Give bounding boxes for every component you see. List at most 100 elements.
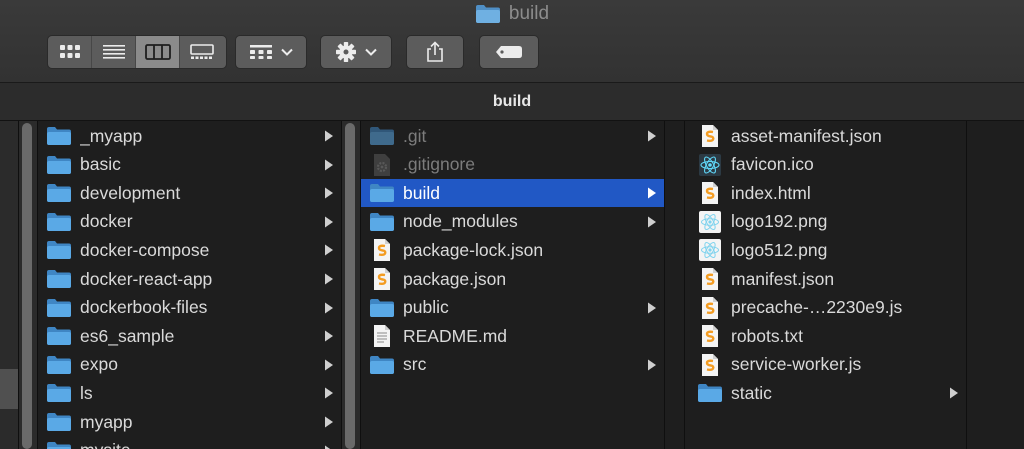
expand-chevron [321,216,337,228]
scroll-thumb[interactable] [22,123,32,449]
folder-item[interactable]: build [361,179,664,208]
item-icon [44,267,74,291]
column-app: .git .gitignore build node_modules package-l… [360,121,664,449]
file-item[interactable]: manifest.json [685,265,966,293]
item-icon [367,238,397,262]
column-divider [664,121,684,449]
folder-item[interactable]: node_modules [361,208,664,236]
folder-item[interactable]: static [685,379,966,407]
file-item[interactable]: README.md [361,322,664,350]
chevron-right-icon [325,130,333,142]
folder-item[interactable]: .git [361,122,664,150]
chevron-right-icon [648,187,656,199]
code-file-icon [374,268,390,290]
gallery-view-button[interactable] [180,36,224,68]
item-label: static [731,382,772,403]
columns-icon [144,44,171,60]
folder-item[interactable]: public [361,294,664,322]
folder-icon [47,441,71,449]
expand-chevron [321,159,337,171]
file-item[interactable]: index.html [685,179,966,207]
file-item[interactable]: asset-manifest.json [685,122,966,150]
folder-item[interactable]: dockerbook-files [38,294,341,322]
item-icon [695,181,725,205]
file-item[interactable]: precache-…2230e9.js [685,294,966,322]
folder-item[interactable]: es6_sample [38,322,341,350]
folder-item[interactable]: ls [38,379,341,407]
column-scrollbar[interactable] [18,121,37,449]
expand-chevron [321,130,337,142]
item-label: build [403,182,440,203]
current-folder-title: build [492,92,532,110]
code-file-icon [702,268,718,290]
code-file-icon [702,182,718,205]
item-icon [44,124,74,148]
code-file-icon [702,353,718,376]
share-button[interactable] [406,35,464,69]
toolbar: build [0,0,1024,83]
chevron-right-icon [950,387,958,399]
item-icon [695,124,725,148]
item-icon [695,296,725,320]
item-icon [367,296,397,320]
tags-button[interactable] [479,35,539,69]
folder-item[interactable]: development [38,179,341,207]
icon-view-button[interactable] [48,36,92,68]
file-item[interactable]: .gitignore [361,151,664,179]
folder-item[interactable]: docker-react-app [38,265,341,293]
share-icon [427,41,443,62]
list-view-button[interactable] [92,36,136,68]
folder-item[interactable]: expo [38,351,341,379]
folder-item[interactable]: docker-compose [38,236,341,264]
column-browser: _myapp basic development docker docker-compo… [0,121,1024,449]
item-icon [44,410,74,434]
expand-chevron [946,387,962,399]
folder-item[interactable]: _myapp [38,122,341,150]
item-label: .git [403,125,427,146]
column-scrollbar[interactable] [341,121,360,449]
folder-item[interactable]: myapp [38,408,341,436]
file-item[interactable]: logo512.png [685,236,966,264]
chevron-right-icon [325,302,333,314]
left-scrollbar[interactable] [0,121,18,449]
item-icon [695,267,725,291]
tag-icon [496,46,522,58]
file-item[interactable]: service-worker.js [685,351,966,379]
item-label: favicon.ico [731,154,814,175]
expand-chevron [321,302,337,314]
folder-item[interactable]: docker [38,208,341,236]
scroll-thumb[interactable] [345,123,355,449]
column-view-button[interactable] [136,36,180,68]
item-icon [44,181,74,205]
code-file-icon [702,125,718,147]
folder-item[interactable]: src [361,351,664,379]
scroll-thumb[interactable] [0,369,18,409]
file-item[interactable]: package-lock.json [361,236,664,264]
item-label: src [403,354,427,375]
folder-item[interactable]: basic [38,151,341,179]
item-icon [44,296,74,320]
file-item[interactable]: package.json [361,265,664,293]
file-item[interactable]: favicon.ico [685,151,966,179]
item-label: service-worker.js [731,354,862,375]
folder-icon [47,127,71,145]
chevron-right-icon [325,244,333,256]
chevron-right-icon [325,273,333,285]
item-label: development [80,182,181,203]
item-label: .gitignore [403,154,475,175]
item-icon [367,267,397,291]
folder-icon [47,155,71,174]
item-icon [367,181,397,205]
gear-icon [336,42,356,62]
file-item[interactable]: logo192.png [685,208,966,236]
action-button[interactable] [320,35,392,69]
folder-item[interactable]: mysite [38,437,341,449]
group-button[interactable] [235,35,307,69]
item-icon [44,210,74,234]
item-label: README.md [403,325,508,346]
folder-icon [370,355,394,374]
chevron-right-icon [648,130,656,142]
file-item[interactable]: robots.txt [685,322,966,350]
item-label: node_modules [403,211,518,232]
image-file-icon [699,210,721,233]
